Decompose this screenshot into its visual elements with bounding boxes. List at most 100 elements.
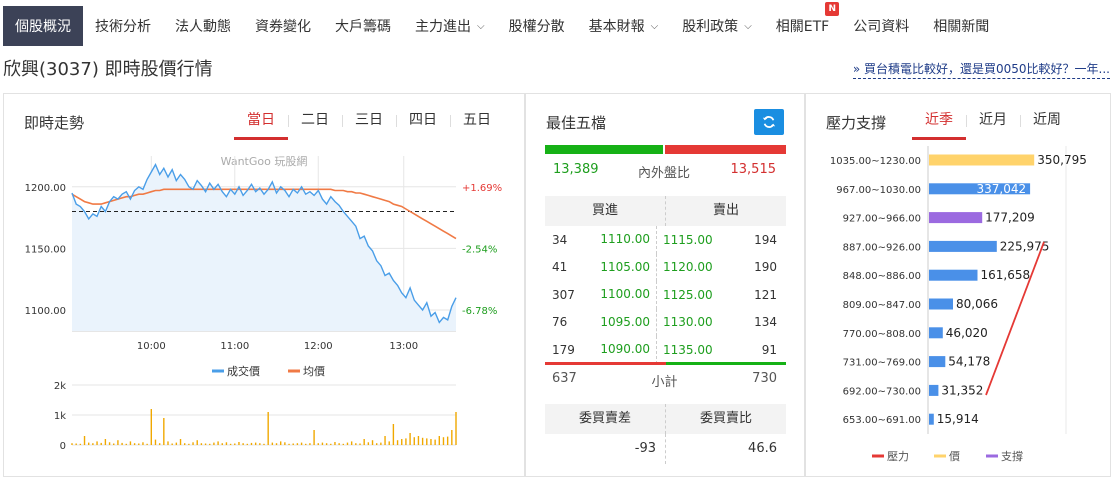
buy-price: 1110.00 <box>589 226 657 254</box>
y-tick-label: 1100.00 <box>25 306 66 317</box>
chevron-down-icon: ⌵ <box>477 20 485 32</box>
outer-volume-total: 13,515 <box>730 162 777 177</box>
buy-price: 1105.00 <box>589 253 657 281</box>
order-diff-header: 委買賣差 委買賣比 <box>545 404 786 434</box>
inner-outer-ratio-label: 內外盤比 <box>638 166 691 181</box>
sell-price: 1130.00 <box>663 315 713 330</box>
nav-item-label: 基本財報 <box>588 19 645 35</box>
order-book-row: 76 1095.00 1130.00 134 <box>545 308 786 336</box>
nav-item-10[interactable]: 公司資料 <box>841 6 921 46</box>
sell-price: 1120.00 <box>663 260 713 275</box>
nav-item-label: 技術分析 <box>95 19 151 35</box>
order-book-header: 買進 賣出 <box>545 196 786 226</box>
y-tick-label: 1150.00 <box>25 244 66 255</box>
sell-price: 1135.00 <box>663 342 713 357</box>
x-tick-label: 10:00 <box>137 341 166 352</box>
order-book-row: 179 1090.00 1135.00 91 <box>545 336 786 364</box>
chevron-down-icon: ⌵ <box>650 20 659 32</box>
order-book-table: 買進 賣出 34 1110.00 1115.00 194 41 1105.00 1120.0… <box>545 196 786 364</box>
subtotal-sell: 730 <box>752 371 777 386</box>
pressure-bar <box>929 298 953 310</box>
nav-item-label: 主力進出 <box>415 19 471 35</box>
pressure-trend-line <box>985 241 1045 396</box>
nav-item-label: 法人動態 <box>175 19 231 35</box>
pressure-chart: 1035.00~1230.00 350,795 967.00~1030.00 337,… <box>830 146 1087 463</box>
price-range-label: 967.00~1030.00 <box>836 185 921 196</box>
pct-tick-label: +1.69% <box>462 183 502 194</box>
legend-avg-label: 均價 <box>303 364 325 378</box>
nav-item-label: 公司資料 <box>853 19 910 35</box>
buy-price: 1095.00 <box>589 308 657 336</box>
buy-volume: 34 <box>552 232 568 247</box>
order-diff-label: 委買賣差 <box>545 404 666 434</box>
buy-volume: 76 <box>552 315 568 330</box>
main-nav: 個股概況 技術分析 法人動態 資券變化 大戶籌碼 主力進出 ⌵ 股權分散 基本財報 ⌵ 股利政策 ⌵ 相… <box>0 2 1116 46</box>
nav-item-11[interactable]: 相關新聞 <box>921 6 1001 46</box>
pressure-support-panel: 壓力支撐 近季 近月 近周 1035.00~1230.00 350,795 967.00… <box>805 93 1111 477</box>
subtotal-row: 637 小計 730 <box>545 371 786 390</box>
pressure-bar <box>929 384 939 396</box>
price-range-label: 731.00~769.00 <box>843 358 921 369</box>
intraday-panel: 即時走勢 當日 二日 三日 四日 五日 WantGoo 玩股網 1200.00 1150.0… <box>3 93 525 477</box>
nav-item-9[interactable]: 相關ETF N <box>764 2 841 46</box>
pressure-bar-value: 350,795 <box>1037 153 1087 167</box>
refresh-button[interactable] <box>754 109 784 135</box>
best-five-title: 最佳五檔 <box>546 114 607 132</box>
sell-price: 1115.00 <box>663 232 713 247</box>
nav-item-label: 相關ETF <box>775 19 830 35</box>
order-diff-row: -93 46.6 <box>545 434 786 464</box>
sell-volume: 91 <box>761 342 777 357</box>
nav-item-label: 股權分散 <box>508 19 565 35</box>
order-book-row: 34 1110.00 1115.00 194 <box>545 226 786 254</box>
new-badge: N <box>825 2 840 16</box>
nav-item-label: 股利政策 <box>682 19 739 35</box>
legend-pressure-label: 壓力 <box>887 450 909 463</box>
page-title: 欣興(3037) 即時股價行情 <box>3 59 213 80</box>
nav-item-label: 大戶籌碼 <box>335 19 391 35</box>
buy-volume: 41 <box>552 260 568 275</box>
nav-item-3[interactable]: 資券變化 <box>243 6 323 46</box>
y-tick-label: 1200.00 <box>25 183 66 194</box>
nav-item-1[interactable]: 技術分析 <box>83 6 163 46</box>
nav-item-5[interactable]: 主力進出 ⌵ <box>403 6 497 46</box>
pressure-bar <box>929 240 997 252</box>
promo-link[interactable]: » 買台積電比較好，還是買0050比較好？一年... <box>852 60 1110 79</box>
nav-item-2[interactable]: 法人動態 <box>163 6 243 46</box>
pressure-bar-value: 177,209 <box>985 211 1035 225</box>
nav-item-6[interactable]: 股權分散 <box>497 6 577 46</box>
nav-item-7[interactable]: 基本財報 ⌵ <box>577 6 671 46</box>
subtotal-label: 小計 <box>651 375 678 390</box>
best-five-panel: 最佳五檔 13,389 內外盤比 13,515 買進 賣出 34 1110.00 1… <box>525 93 805 477</box>
legend-price-label: 成交價 <box>227 364 260 378</box>
price-range-label: 887.00~926.00 <box>843 242 921 253</box>
order-ratio-label: 委買賣比 <box>699 411 752 426</box>
inner-volume-bar <box>545 145 663 154</box>
pct-tick-label: -2.54% <box>462 244 497 255</box>
buy-volume: 307 <box>552 287 575 302</box>
pressure-bar-value: 46,020 <box>946 326 988 340</box>
x-tick-label: 13:00 <box>389 341 418 352</box>
sell-volume: 190 <box>754 260 777 275</box>
sell-price: 1125.00 <box>663 287 713 302</box>
order-book-row: 307 1100.00 1125.00 121 <box>545 281 786 309</box>
pressure-bar-value: 54,178 <box>948 355 990 369</box>
pressure-bar-value: 80,066 <box>956 297 998 311</box>
nav-item-0[interactable]: 個股概況 <box>3 6 83 46</box>
nav-item-8[interactable]: 股利政策 ⌵ <box>670 6 764 46</box>
pressure-bar-value: 161,658 <box>980 268 1030 282</box>
subtotal-buy: 637 <box>552 371 577 386</box>
nav-item-label: 個股概況 <box>15 19 71 35</box>
x-tick-label: 11:00 <box>220 341 249 352</box>
volume-tick-label: 0 <box>60 441 66 452</box>
price-range-label: 848.00~886.00 <box>843 271 921 282</box>
buy-price: 1100.00 <box>589 281 657 309</box>
pct-tick-label: -6.78% <box>462 306 497 317</box>
pressure-bar <box>929 269 978 281</box>
price-range-label: 809.00~847.00 <box>843 300 921 311</box>
pressure-bar <box>929 327 943 339</box>
price-range-label: 692.00~730.00 <box>843 386 921 397</box>
nav-item-label: 資券變化 <box>255 19 311 35</box>
refresh-icon <box>762 116 776 128</box>
legend-support-label: 支撐 <box>1001 449 1023 463</box>
nav-item-4[interactable]: 大戶籌碼 <box>323 6 403 46</box>
